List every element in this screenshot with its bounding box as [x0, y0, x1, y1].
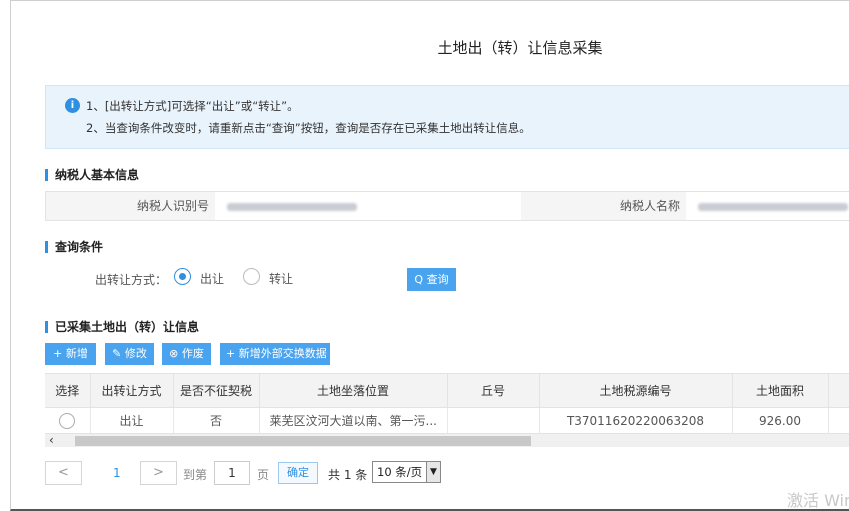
next-page-button[interactable]: > — [140, 461, 177, 485]
void-button[interactable]: ⊗ 作废 — [162, 343, 211, 365]
radio-sell-label[interactable]: 出让 — [200, 270, 224, 287]
current-page[interactable]: 1 — [113, 466, 121, 480]
page-number-input[interactable] — [214, 461, 250, 485]
section-title-taxpayer: 纳税人基本信息 — [45, 169, 139, 181]
section-title-query: 查询条件 — [45, 241, 103, 253]
notice-line-2: 2、当查询条件改变时，请重新点击“查询”按钮，查询是否存在已采集土地出转让信息。 — [86, 121, 531, 135]
row-select-cell[interactable] — [45, 407, 91, 433]
add-external-button[interactable]: + 新增外部交换数据 — [220, 343, 330, 365]
cell-location: 莱芜区汶河大道以南、第一污... — [259, 407, 448, 433]
scrollbar-thumb[interactable] — [75, 436, 531, 446]
edit-button[interactable]: ✎ 修改 — [105, 343, 154, 365]
col-header-parcel-no: 丘号 — [447, 374, 540, 408]
table-header-row: 选择 出转让方式 是否不征契税 土地坐落位置 丘号 土地税源编号 土地面积 电子 — [45, 374, 849, 408]
cell-parcel-no — [447, 407, 540, 433]
col-header-method: 出转让方式 — [90, 374, 174, 408]
table-row[interactable]: 出让 否 莱芜区汶河大道以南、第一污... T37011620220063208… — [45, 407, 849, 433]
taxpayer-info-table: 纳税人识别号 纳税人名称 — [45, 191, 849, 221]
radio-transfer-label[interactable]: 转让 — [269, 270, 293, 287]
cell-method: 出让 — [90, 407, 174, 433]
activation-watermark: 激活 Win — [787, 491, 849, 510]
notice-line-1: 1、[出转让方式]可选择“出让”或“转让”。 — [86, 99, 299, 113]
query-row: 出转让方式： 出让 转让 Q 查询 — [45, 263, 849, 293]
page-size-value: 10 条/页 — [377, 465, 423, 479]
info-icon: i — [65, 98, 80, 113]
page-title: 土地出（转）让信息采集 — [437, 39, 603, 57]
col-header-select: 选择 — [45, 374, 91, 408]
cell-area: 926.00 — [732, 407, 829, 433]
page-unit-label: 页 — [257, 468, 270, 482]
taxpayer-name-value — [686, 192, 849, 220]
collected-table: 选择 出转让方式 是否不征契税 土地坐落位置 丘号 土地税源编号 土地面积 电子… — [45, 373, 849, 433]
cell-source-no: T37011620220063208 — [539, 407, 733, 433]
radio-transfer[interactable] — [243, 268, 260, 285]
search-button[interactable]: Q 查询 — [407, 268, 456, 291]
scroll-left-icon[interactable]: ‹ — [49, 433, 54, 447]
radio-sell[interactable] — [174, 268, 191, 285]
horizontal-scrollbar[interactable]: ‹ — [45, 433, 849, 447]
redacted-id — [227, 202, 357, 211]
method-label: 出转让方式： — [95, 273, 168, 287]
page-size-select[interactable]: 10 条/页 ▼ — [372, 461, 441, 483]
taxpayer-name-label: 纳税人名称 — [521, 192, 686, 220]
prev-page-button[interactable]: < — [45, 461, 82, 485]
notice-box: i 1、[出转让方式]可选择“出让”或“转让”。 2、当查询条件改变时，请重新点… — [45, 85, 849, 149]
pagination: < 1 > 到第 页 确定 共 1 条 10 条/页 ▼ — [45, 461, 849, 487]
confirm-button[interactable]: 确定 — [278, 462, 318, 484]
total-count: 共 1 条 — [328, 468, 368, 482]
cell-extra — [828, 407, 849, 433]
add-button[interactable]: + 新增 — [45, 343, 96, 365]
taxpayer-id-label: 纳税人识别号 — [46, 192, 215, 220]
col-header-source-no: 土地税源编号 — [539, 374, 733, 408]
taxpayer-id-value — [215, 192, 521, 220]
main-frame: 土地出（转）让信息采集 i 1、[出转让方式]可选择“出让”或“转让”。 2、当… — [10, 0, 849, 511]
section-title-collected: 已采集土地出（转）让信息 — [45, 321, 199, 333]
col-header-extra: 电子 — [828, 374, 849, 408]
col-header-location: 土地坐落位置 — [259, 374, 448, 408]
row-radio[interactable] — [59, 412, 76, 429]
col-header-area: 土地面积 — [732, 374, 829, 408]
chevron-down-icon[interactable]: ▼ — [426, 462, 440, 482]
goto-label: 到第 — [183, 468, 208, 482]
col-header-no-deed-tax: 是否不征契税 — [173, 374, 260, 408]
cell-no-deed-tax: 否 — [173, 407, 260, 433]
redacted-name — [698, 202, 848, 211]
